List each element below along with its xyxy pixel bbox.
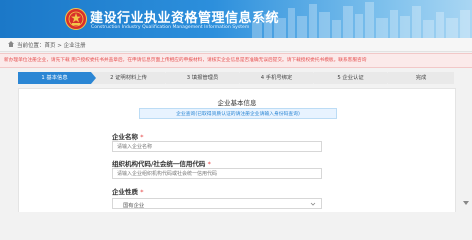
notice-text: 新办理单位注册企业，请先下载 用户授权委托书并盖章后，在申请信息页面上传相应的申… <box>4 58 367 63</box>
company-type-value: 国有企业 <box>123 203 145 209</box>
chevron-down-icon <box>310 202 316 206</box>
step-arrow-icon <box>165 72 170 84</box>
company-type-select[interactable]: 国有企业 <box>112 198 322 209</box>
scroll-down-icon[interactable] <box>462 199 470 207</box>
step-label: 5 企业认证 <box>337 75 364 81</box>
org-code-label: 组织机构代码/社会统一信用代码 * <box>112 158 211 168</box>
home-icon[interactable] <box>8 41 14 47</box>
org-code-label-text: 组织机构代码/社会统一信用代码 <box>112 160 206 168</box>
step-company-auth[interactable]: 5 企业认证 <box>314 72 392 84</box>
step-arrow-icon <box>239 72 244 84</box>
step-label: 3 填报管理员 <box>186 75 219 81</box>
step-upload-materials[interactable]: 2 证明材料上传 <box>92 72 170 84</box>
step-phone-binding[interactable]: 4 手机号绑定 <box>240 72 318 84</box>
notice-banner: 新办理单位注册企业，请先下载 用户授权委托书并盖章后，在申请信息页面上传相应的申… <box>0 53 472 68</box>
required-mark: * <box>207 160 211 168</box>
step-label: 2 证明材料上传 <box>110 75 147 81</box>
app-title: 建设行业执业资格管理信息系统 <box>90 11 280 26</box>
step-arrow-icon <box>313 72 318 84</box>
step-progress: 1 基本信息 2 证明材料上传 3 填报管理员 4 手机号绑定 5 企业认证 完… <box>18 72 454 84</box>
step-basic-info[interactable]: 1 基本信息 <box>18 72 96 84</box>
step-label: 1 基本信息 <box>41 75 68 81</box>
step-label: 完成 <box>415 75 427 81</box>
company-name-label-text: 企业名称 <box>112 133 138 141</box>
step-complete[interactable]: 完成 <box>388 72 454 84</box>
org-code-input[interactable] <box>112 168 322 179</box>
breadcrumb-bar: 当前位置：首页 > 企业注册 <box>0 38 472 52</box>
company-lookup-info[interactable]: 企业查询(已取得资质认证的请注册企业请输入身份码查询) <box>139 108 337 119</box>
national-emblem-icon <box>65 8 87 30</box>
step-label: 4 手机号绑定 <box>260 75 293 81</box>
company-type-label: 企业性质 * <box>112 186 144 196</box>
step-admin[interactable]: 3 填报管理员 <box>166 72 244 84</box>
company-type-label-text: 企业性质 <box>112 188 138 196</box>
step-arrow-icon <box>387 72 392 84</box>
app-header: 建设行业执业资格管理信息系统 Construction Industry Qua… <box>0 0 472 38</box>
company-name-label: 企业名称 * <box>112 131 144 141</box>
step-arrow-icon <box>91 72 96 84</box>
required-mark: * <box>140 133 144 141</box>
required-mark: * <box>140 188 144 196</box>
app-subtitle: Construction Industry Qualification Mana… <box>91 25 250 30</box>
section-title: 企业基本信息 <box>217 99 257 107</box>
company-lookup-text: 企业查询(已取得资质认证的请注册企业请输入身份码查询) <box>176 112 300 117</box>
company-name-input[interactable] <box>112 141 322 152</box>
breadcrumb-text[interactable]: 当前位置：首页 > 企业注册 <box>17 41 86 49</box>
